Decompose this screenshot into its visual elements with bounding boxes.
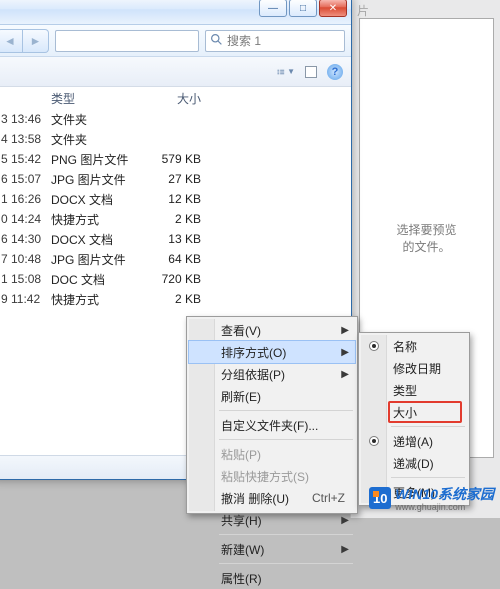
- cell-type: DOC 文档: [51, 271, 147, 288]
- file-list[interactable]: 3 13:46文件夹4 13:58文件夹5 15:42PNG 图片文件579 K…: [0, 109, 351, 309]
- menu-properties[interactable]: 属性(R): [189, 567, 355, 589]
- close-button[interactable]: ✕: [319, 0, 347, 17]
- navbar: ◄ ► 搜索 1: [0, 25, 351, 57]
- search-input[interactable]: 搜索 1: [205, 30, 345, 52]
- cell-type: JPG 图片文件: [51, 171, 147, 188]
- nav-forward-button[interactable]: ►: [23, 29, 49, 53]
- cell-type: 快捷方式: [51, 211, 147, 228]
- watermark-title: WIN10系统家园: [395, 486, 494, 502]
- watermark-badge: 10: [369, 487, 391, 509]
- menu-customize-folder[interactable]: 自定义文件夹(F)...: [189, 414, 355, 436]
- help-button[interactable]: ?: [327, 64, 343, 80]
- cell-date: 4 13:58: [1, 132, 51, 146]
- sort-by-name[interactable]: 名称: [361, 335, 467, 357]
- cell-date: 9 11:42: [1, 292, 51, 306]
- watermark: 10 WIN10系统家园 www.ghuajin.com: [369, 484, 494, 512]
- table-row[interactable]: 0 14:24快捷方式2 KB: [0, 209, 351, 229]
- toolbar: ▼ ?: [0, 57, 351, 87]
- cell-date: 7 10:48: [1, 252, 51, 266]
- maximize-button[interactable]: □: [289, 0, 317, 17]
- cell-type: JPG 图片文件: [51, 251, 147, 268]
- menu-paste-shortcut: 粘贴快捷方式(S): [189, 465, 355, 487]
- cell-date: 1 15:08: [1, 272, 51, 286]
- table-row[interactable]: 7 10:48JPG 图片文件64 KB: [0, 249, 351, 269]
- column-headers[interactable]: 类型 大小: [0, 87, 351, 109]
- sort-descending[interactable]: 递减(D): [361, 452, 467, 474]
- cell-type: 快捷方式: [51, 291, 147, 308]
- cell-type: 文件夹: [51, 111, 147, 128]
- address-bar[interactable]: [55, 30, 199, 52]
- table-row[interactable]: 6 15:07JPG 图片文件27 KB: [0, 169, 351, 189]
- chevron-right-icon: ▶: [341, 515, 349, 526]
- cell-date: 6 15:07: [1, 172, 51, 186]
- watermark-url: www.ghuajin.com: [395, 502, 494, 512]
- menu-paste: 粘贴(P): [189, 443, 355, 465]
- search-placeholder: 搜索 1: [227, 32, 261, 49]
- cell-size: 2 KB: [147, 292, 227, 306]
- bg-tab-hint: 片: [357, 2, 369, 19]
- cell-date: 1 16:26: [1, 192, 51, 206]
- radio-icon: [369, 436, 379, 446]
- cell-size: 579 KB: [147, 152, 227, 166]
- table-row[interactable]: 4 13:58文件夹: [0, 129, 351, 149]
- sort-submenu[interactable]: 名称 修改日期 类型 大小 递增(A) 递减(D) 更多(M)...: [358, 332, 470, 506]
- cell-size: 13 KB: [147, 232, 227, 246]
- titlebar[interactable]: — □ ✕: [0, 0, 351, 25]
- cell-size: 2 KB: [147, 212, 227, 226]
- table-row[interactable]: 1 15:08DOC 文档720 KB: [0, 269, 351, 289]
- radio-icon: [369, 341, 379, 351]
- column-type[interactable]: 类型: [51, 90, 147, 107]
- cell-date: 6 14:30: [1, 232, 51, 246]
- sort-by-size[interactable]: 大小: [361, 401, 467, 423]
- sort-ascending[interactable]: 递增(A): [361, 430, 467, 452]
- search-icon: [210, 33, 223, 49]
- menu-group[interactable]: 分组依据(P)▶: [189, 363, 355, 385]
- cell-date: 3 13:46: [1, 112, 51, 126]
- menu-view[interactable]: 查看(V)▶: [189, 319, 355, 341]
- cell-size: 12 KB: [147, 192, 227, 206]
- cell-date: 5 15:42: [1, 152, 51, 166]
- chevron-right-icon: ▶: [341, 369, 349, 380]
- table-row[interactable]: 9 11:42快捷方式2 KB: [0, 289, 351, 309]
- sort-by-date[interactable]: 修改日期: [361, 357, 467, 379]
- sort-by-type[interactable]: 类型: [361, 379, 467, 401]
- cell-date: 0 14:24: [1, 212, 51, 226]
- menu-undo[interactable]: 撤消 删除(U)Ctrl+Z: [189, 487, 355, 509]
- table-row[interactable]: 1 16:26DOCX 文档12 KB: [0, 189, 351, 209]
- column-size[interactable]: 大小: [147, 90, 227, 107]
- view-options-button[interactable]: ▼: [277, 64, 295, 80]
- menu-refresh[interactable]: 刷新(E): [189, 385, 355, 407]
- table-row[interactable]: 6 14:30DOCX 文档13 KB: [0, 229, 351, 249]
- table-row[interactable]: 5 15:42PNG 图片文件579 KB: [0, 149, 351, 169]
- chevron-right-icon: ▶: [341, 347, 349, 358]
- chevron-right-icon: ▶: [341, 544, 349, 555]
- cell-type: DOCX 文档: [51, 191, 147, 208]
- chevron-right-icon: ▶: [341, 325, 349, 336]
- nav-back-button[interactable]: ◄: [0, 29, 23, 53]
- cell-size: 64 KB: [147, 252, 227, 266]
- cell-size: 720 KB: [147, 272, 227, 286]
- preview-toggle[interactable]: [305, 66, 317, 78]
- cell-type: PNG 图片文件: [51, 151, 147, 168]
- context-menu[interactable]: 查看(V)▶ 排序方式(O)▶ 分组依据(P)▶ 刷新(E) 自定义文件夹(F)…: [186, 316, 358, 514]
- menu-new[interactable]: 新建(W)▶: [189, 538, 355, 560]
- minimize-button[interactable]: —: [259, 0, 287, 17]
- cell-type: 文件夹: [51, 131, 147, 148]
- menu-sort[interactable]: 排序方式(O)▶: [189, 341, 355, 363]
- cell-type: DOCX 文档: [51, 231, 147, 248]
- cell-size: 27 KB: [147, 172, 227, 186]
- table-row[interactable]: 3 13:46文件夹: [0, 109, 351, 129]
- menu-share[interactable]: 共享(H)▶: [189, 509, 355, 531]
